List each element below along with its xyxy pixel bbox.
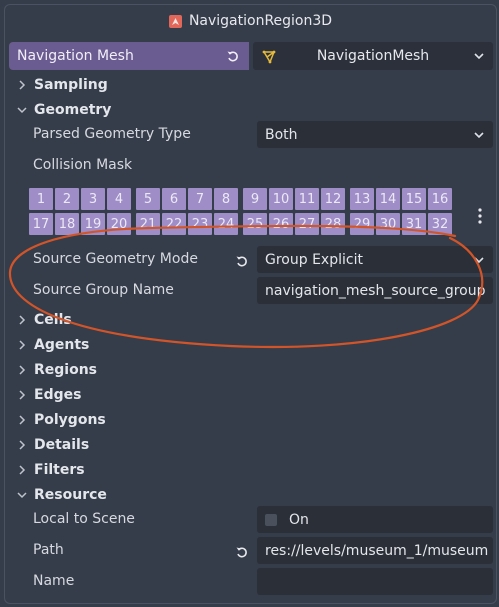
source-geometry-mode-dropdown[interactable]: Group Explicit	[257, 246, 493, 273]
section-title: Filters	[34, 461, 85, 478]
collision-layer-cell[interactable]: 3	[81, 188, 105, 210]
input-value: res://levels/museum_1/museum	[265, 542, 489, 559]
chevron-right-icon	[19, 339, 26, 350]
collision-layer-cell[interactable]: 8	[214, 188, 238, 210]
collision-layer-cell[interactable]: 29	[350, 213, 374, 235]
section-cells[interactable]: Cells	[9, 307, 493, 332]
parsed-geometry-type-label: Parsed Geometry Type	[33, 126, 191, 142]
section-title: Sampling	[34, 76, 108, 93]
collision-layer-cell[interactable]: 28	[321, 213, 345, 235]
chevron-right-icon	[19, 364, 26, 375]
collision-layer-cell[interactable]: 13	[350, 188, 374, 210]
section-geometry[interactable]: Geometry	[9, 97, 493, 122]
collision-layer-cell[interactable]: 11	[295, 188, 319, 210]
chevron-down-icon	[474, 257, 484, 264]
section-title: Edges	[34, 386, 82, 403]
parsed-geometry-type-dropdown[interactable]: Both	[257, 121, 493, 148]
source-group-name-input[interactable]: navigation_mesh_source_group	[257, 277, 493, 304]
local-to-scene-checkbox[interactable]: On	[257, 506, 493, 533]
checkbox-label: On	[289, 511, 309, 528]
name-label: Name	[33, 573, 75, 589]
collision-layer-cell[interactable]: 19	[81, 213, 105, 235]
chevron-right-icon	[19, 414, 26, 425]
section-details[interactable]: Details	[9, 432, 493, 457]
section-polygons[interactable]: Polygons	[9, 407, 493, 432]
collision-layer-cell[interactable]: 4	[107, 188, 131, 210]
collision-layer-cell[interactable]: 26	[269, 213, 293, 235]
revert-icon[interactable]	[235, 545, 249, 559]
section-title: Resource	[34, 486, 107, 503]
collision-layer-cell[interactable]: 24	[214, 213, 238, 235]
collision-layer-cell[interactable]: 21	[136, 213, 160, 235]
section-title: Polygons	[34, 411, 106, 428]
collision-layer-cell[interactable]: 15	[402, 188, 426, 210]
node-title: NavigationRegion3D	[188, 13, 333, 29]
navigation-mesh-property: Navigation Mesh NavigationMesh	[9, 42, 493, 70]
section-title: Regions	[34, 361, 98, 378]
section-title: Details	[34, 436, 90, 453]
section-sampling[interactable]: Sampling	[9, 72, 493, 97]
collision-layer-cell[interactable]: 2	[55, 188, 79, 210]
collision-layer-cell[interactable]: 23	[188, 213, 212, 235]
section-agents[interactable]: Agents	[9, 332, 493, 357]
collision-layer-cell[interactable]: 18	[55, 213, 79, 235]
inspector-panel: NavigationRegion3D Navigation Mesh Navig…	[4, 4, 497, 604]
section-edges[interactable]: Edges	[9, 382, 493, 407]
dropdown-value: Group Explicit	[265, 251, 363, 268]
collision-layer-cell[interactable]: 1	[29, 188, 53, 210]
chevron-right-icon	[19, 79, 26, 90]
section-regions[interactable]: Regions	[9, 357, 493, 382]
collision-layer-cell[interactable]: 25	[243, 213, 267, 235]
chevron-right-icon	[19, 439, 26, 450]
collision-layer-cell[interactable]: 27	[295, 213, 319, 235]
property-label: Navigation Mesh	[17, 48, 134, 64]
collision-layer-cell[interactable]: 5	[136, 188, 160, 210]
collision-layer-cell[interactable]: 10	[269, 188, 293, 210]
collision-layer-cell[interactable]: 20	[107, 213, 131, 235]
collision-layer-cell[interactable]: 32	[428, 213, 452, 235]
collision-layer-cell[interactable]: 16	[428, 188, 452, 210]
collision-layer-cell[interactable]: 31	[402, 213, 426, 235]
source-group-name-label: Source Group Name	[33, 282, 174, 298]
local-to-scene-label: Local to Scene	[33, 511, 135, 527]
collision-layer-cell[interactable]: 7	[188, 188, 212, 210]
chevron-down-icon[interactable]	[474, 51, 484, 61]
collision-layer-cell[interactable]: 17	[29, 213, 53, 235]
section-title: Geometry	[34, 101, 112, 118]
section-resource[interactable]: Resource	[9, 482, 493, 507]
vertical-dots-icon[interactable]	[478, 208, 482, 224]
path-label: Path	[33, 542, 64, 558]
resource-name: NavigationMesh	[316, 48, 430, 64]
input-value: navigation_mesh_source_group	[265, 282, 486, 299]
section-title: Cells	[34, 311, 72, 328]
source-geometry-mode-label: Source Geometry Mode	[33, 251, 198, 267]
chevron-down-icon	[17, 106, 27, 113]
navigation-region-icon	[168, 14, 182, 28]
checkbox-box	[265, 513, 277, 526]
path-input[interactable]: res://levels/museum_1/museum	[257, 537, 493, 564]
collision-layer-cell[interactable]: 9	[243, 188, 267, 210]
chevron-down-icon	[474, 132, 484, 139]
chevron-right-icon	[19, 314, 26, 325]
collision-layer-cell[interactable]: 22	[162, 213, 186, 235]
collision-layer-cell[interactable]: 6	[162, 188, 186, 210]
collision-layer-cell[interactable]: 12	[321, 188, 345, 210]
chevron-right-icon	[19, 464, 26, 475]
navigation-mesh-resource-picker[interactable]: NavigationMesh	[253, 42, 493, 70]
revert-icon[interactable]	[226, 49, 240, 63]
collision-layer-cell[interactable]: 14	[376, 188, 400, 210]
collision-layer-cell[interactable]: 30	[376, 213, 400, 235]
section-filters[interactable]: Filters	[9, 457, 493, 482]
name-input[interactable]	[257, 568, 493, 595]
section-title: Agents	[34, 336, 90, 353]
chevron-down-icon	[17, 491, 27, 498]
chevron-right-icon	[19, 389, 26, 400]
collision-mask-label: Collision Mask	[33, 157, 133, 173]
navigation-mesh-property-label[interactable]: Navigation Mesh	[9, 42, 249, 70]
dropdown-value: Both	[265, 126, 298, 143]
inspector-title-bar: NavigationRegion3D	[5, 5, 496, 37]
revert-icon[interactable]	[235, 254, 249, 268]
